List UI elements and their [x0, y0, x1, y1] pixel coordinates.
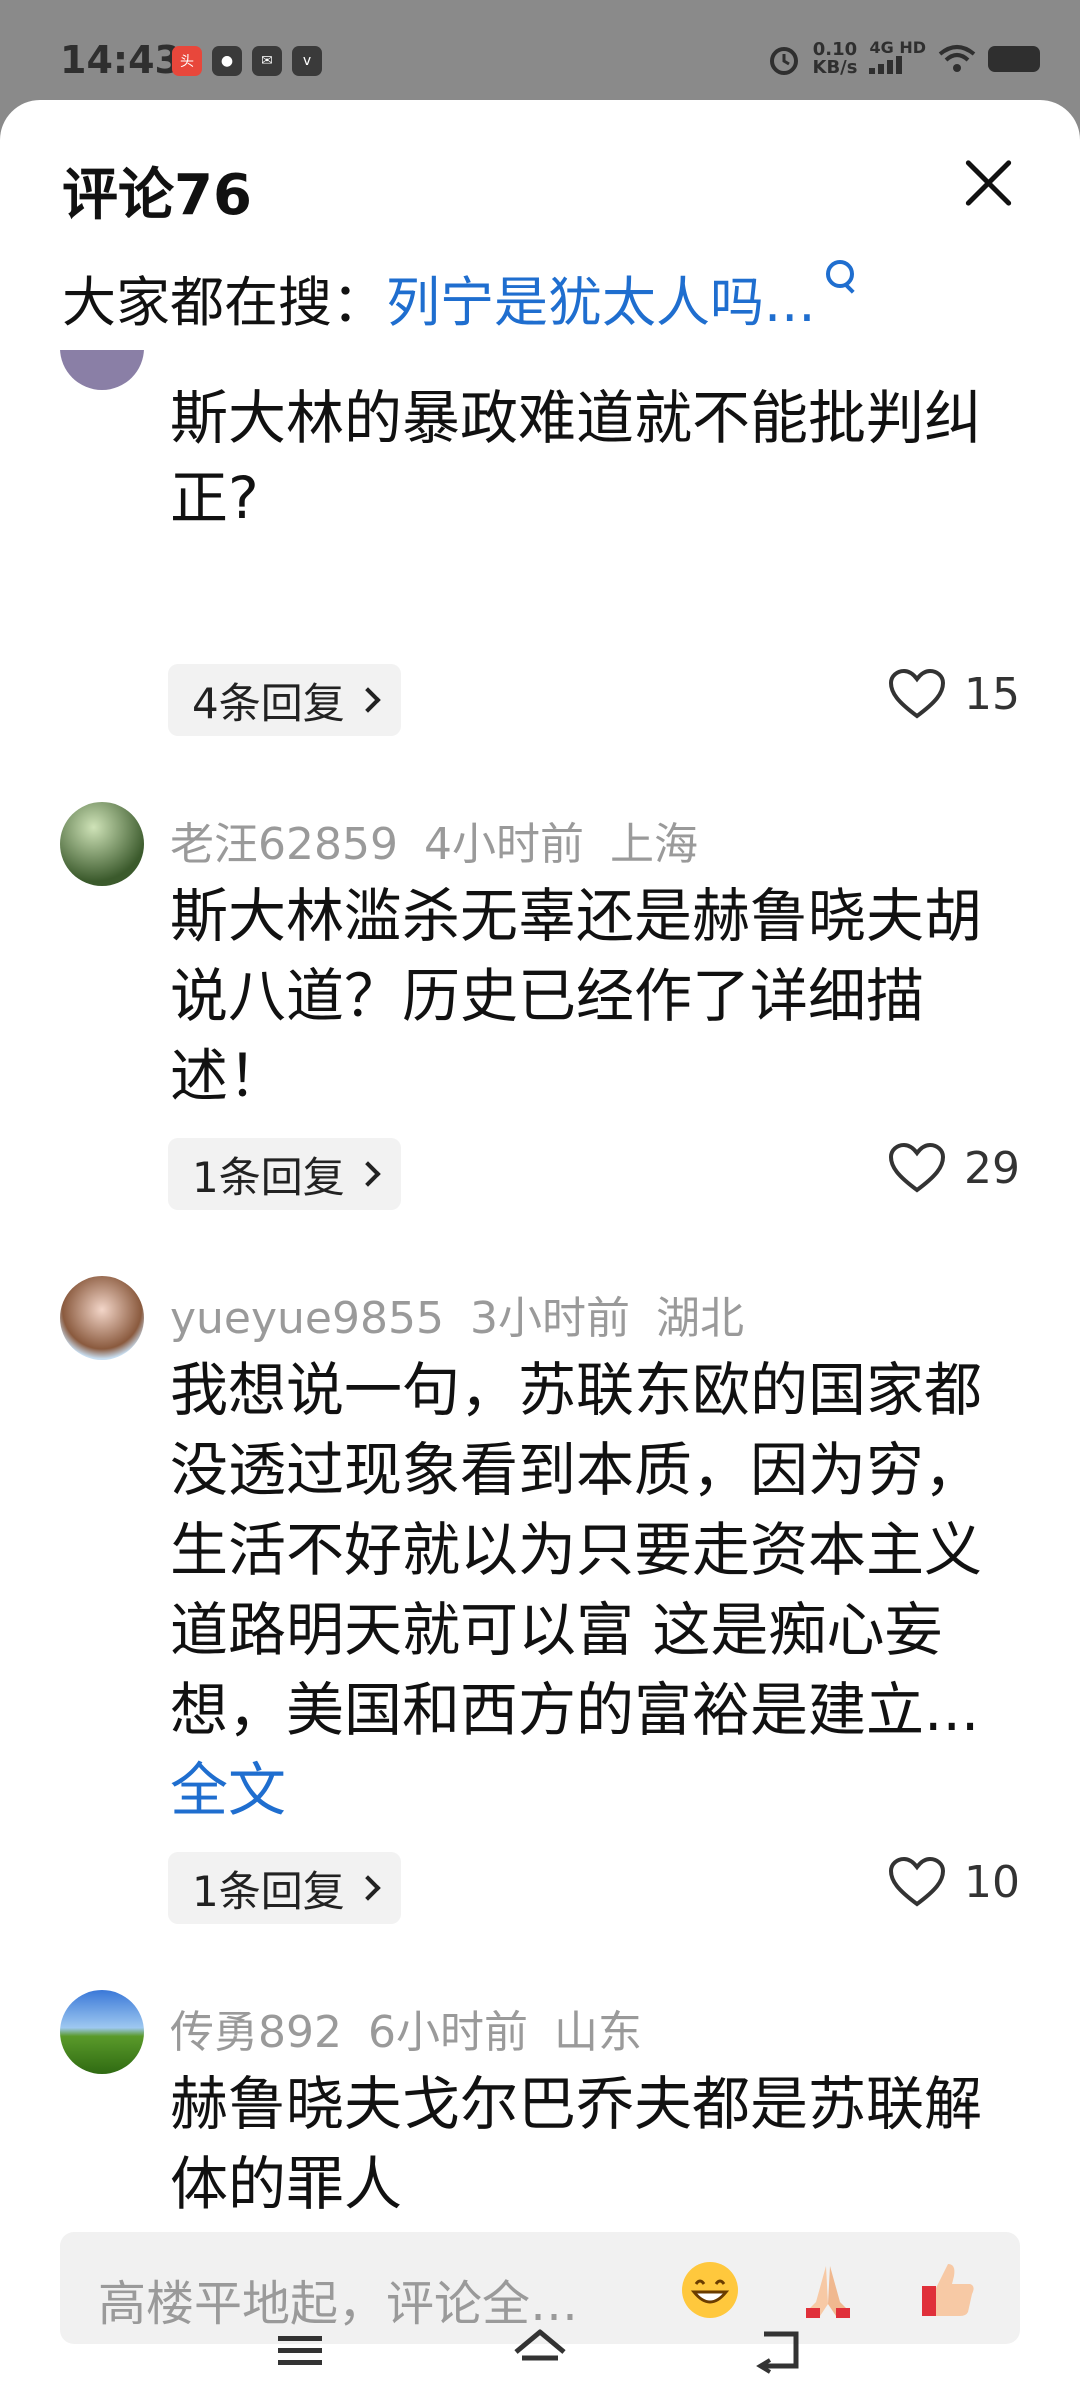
- menu-icon[interactable]: [270, 2326, 330, 2376]
- status-app-icons: 头 ● ✉ v: [172, 46, 322, 76]
- home-icon[interactable]: [510, 2326, 570, 2376]
- expand-full-text-link[interactable]: 全文: [170, 1756, 286, 1824]
- like-button[interactable]: 29: [888, 1142, 1020, 1194]
- toutiao-app-icon: 头: [172, 46, 202, 76]
- replies-button[interactable]: 4条回复: [168, 664, 401, 736]
- avatar[interactable]: [60, 1990, 144, 2074]
- comment-text: 我想说一句，苏联东欧的国家都没透过现象看到本质，因为穷，生活不好就以为只要走资本…: [170, 1350, 1010, 1830]
- trending-search: 大家都在搜：列宁是犹太人吗...: [62, 258, 856, 337]
- chevron-right-icon: [355, 687, 381, 713]
- status-bar: 14:43 头 ● ✉ v 0.10 KB/s 4G HD: [0, 0, 1080, 100]
- vivo-app-icon: v: [292, 46, 322, 76]
- net-speed: 0.10 KB/s: [812, 38, 858, 78]
- comment-text-content: 我想说一句，苏联东欧的国家都没透过现象看到本质，因为穷，生活不好就以为只要走资本…: [170, 1356, 983, 1744]
- replies-label: 4条回复: [192, 678, 345, 728]
- battery-icon: [988, 45, 1040, 72]
- comment-text: 赫鲁晓夫戈尔巴乔夫都是苏联解体的罪人: [170, 2070, 983, 2218]
- like-count: 29: [964, 1142, 1020, 1194]
- avatar[interactable]: [60, 350, 144, 390]
- timestamp: 6小时前: [367, 2007, 528, 2058]
- username[interactable]: 传勇892: [170, 2007, 342, 2058]
- heart-icon: [888, 668, 946, 719]
- replies-label: 1条回复: [192, 1866, 345, 1916]
- close-button[interactable]: [958, 152, 1018, 212]
- mail-app-icon: ✉: [252, 46, 282, 76]
- comment-meta: 老汪62859 4小时前 上海: [170, 808, 724, 872]
- like-button[interactable]: 15: [888, 668, 1020, 720]
- comment-list[interactable]: 斯大林的暴政难道就不能批判纠正? 4条回复 15 老汪62859 4小时前 上海 斯…: [0, 350, 1080, 2230]
- like-count: 10: [964, 1856, 1020, 1908]
- location: 山东: [553, 2007, 642, 2058]
- replies-button[interactable]: 1条回复: [168, 1138, 401, 1210]
- location: 湖北: [655, 1293, 744, 1344]
- signal-icon: 4G HD: [869, 40, 926, 77]
- timestamp: 4小时前: [423, 819, 584, 870]
- comment-text: 斯大林滥杀无辜还是赫鲁晓夫胡说八道？历史已经作了详细描述！: [170, 882, 983, 1110]
- replies-button[interactable]: 1条回复: [168, 1852, 401, 1924]
- replies-label: 1条回复: [192, 1152, 345, 1202]
- comment-meta: yueyue9855 3小时前 湖北: [170, 1282, 770, 1346]
- back-icon[interactable]: [750, 2326, 810, 2376]
- heart-icon: [888, 1856, 946, 1907]
- trending-label: 大家都在搜：: [62, 271, 386, 334]
- chevron-right-icon: [355, 1161, 381, 1187]
- system-nav-bar: [0, 2296, 1080, 2408]
- chevron-right-icon: [355, 1875, 381, 1901]
- like-count: 15: [964, 668, 1020, 720]
- wifi-icon: [938, 44, 976, 72]
- search-icon[interactable]: [822, 256, 856, 290]
- status-time: 14:43: [60, 38, 181, 82]
- location: 上海: [609, 819, 698, 870]
- username[interactable]: yueyue9855: [170, 1293, 444, 1344]
- like-button[interactable]: 10: [888, 1856, 1020, 1908]
- sheet-title: 评论76: [62, 163, 252, 228]
- avatar[interactable]: [60, 802, 144, 886]
- timestamp: 3小时前: [469, 1293, 630, 1344]
- wechat-app-icon: ●: [212, 46, 242, 76]
- comment-meta: 传勇892 6小时前 山东: [170, 1996, 668, 2060]
- alarm-icon: [769, 46, 798, 75]
- comment-text: 斯大林的暴政难道就不能批判纠正?: [170, 384, 983, 532]
- username[interactable]: 老汪62859: [170, 819, 398, 870]
- comments-sheet: 评论76 大家都在搜：列宁是犹太人吗... 斯大林的暴政难道就不能批判纠正? 4…: [0, 100, 1080, 2408]
- avatar[interactable]: [60, 1276, 144, 1360]
- trending-link[interactable]: 列宁是犹太人吗...: [386, 271, 816, 334]
- status-indicators: 0.10 KB/s 4G HD: [767, 40, 1040, 77]
- heart-icon: [888, 1142, 946, 1193]
